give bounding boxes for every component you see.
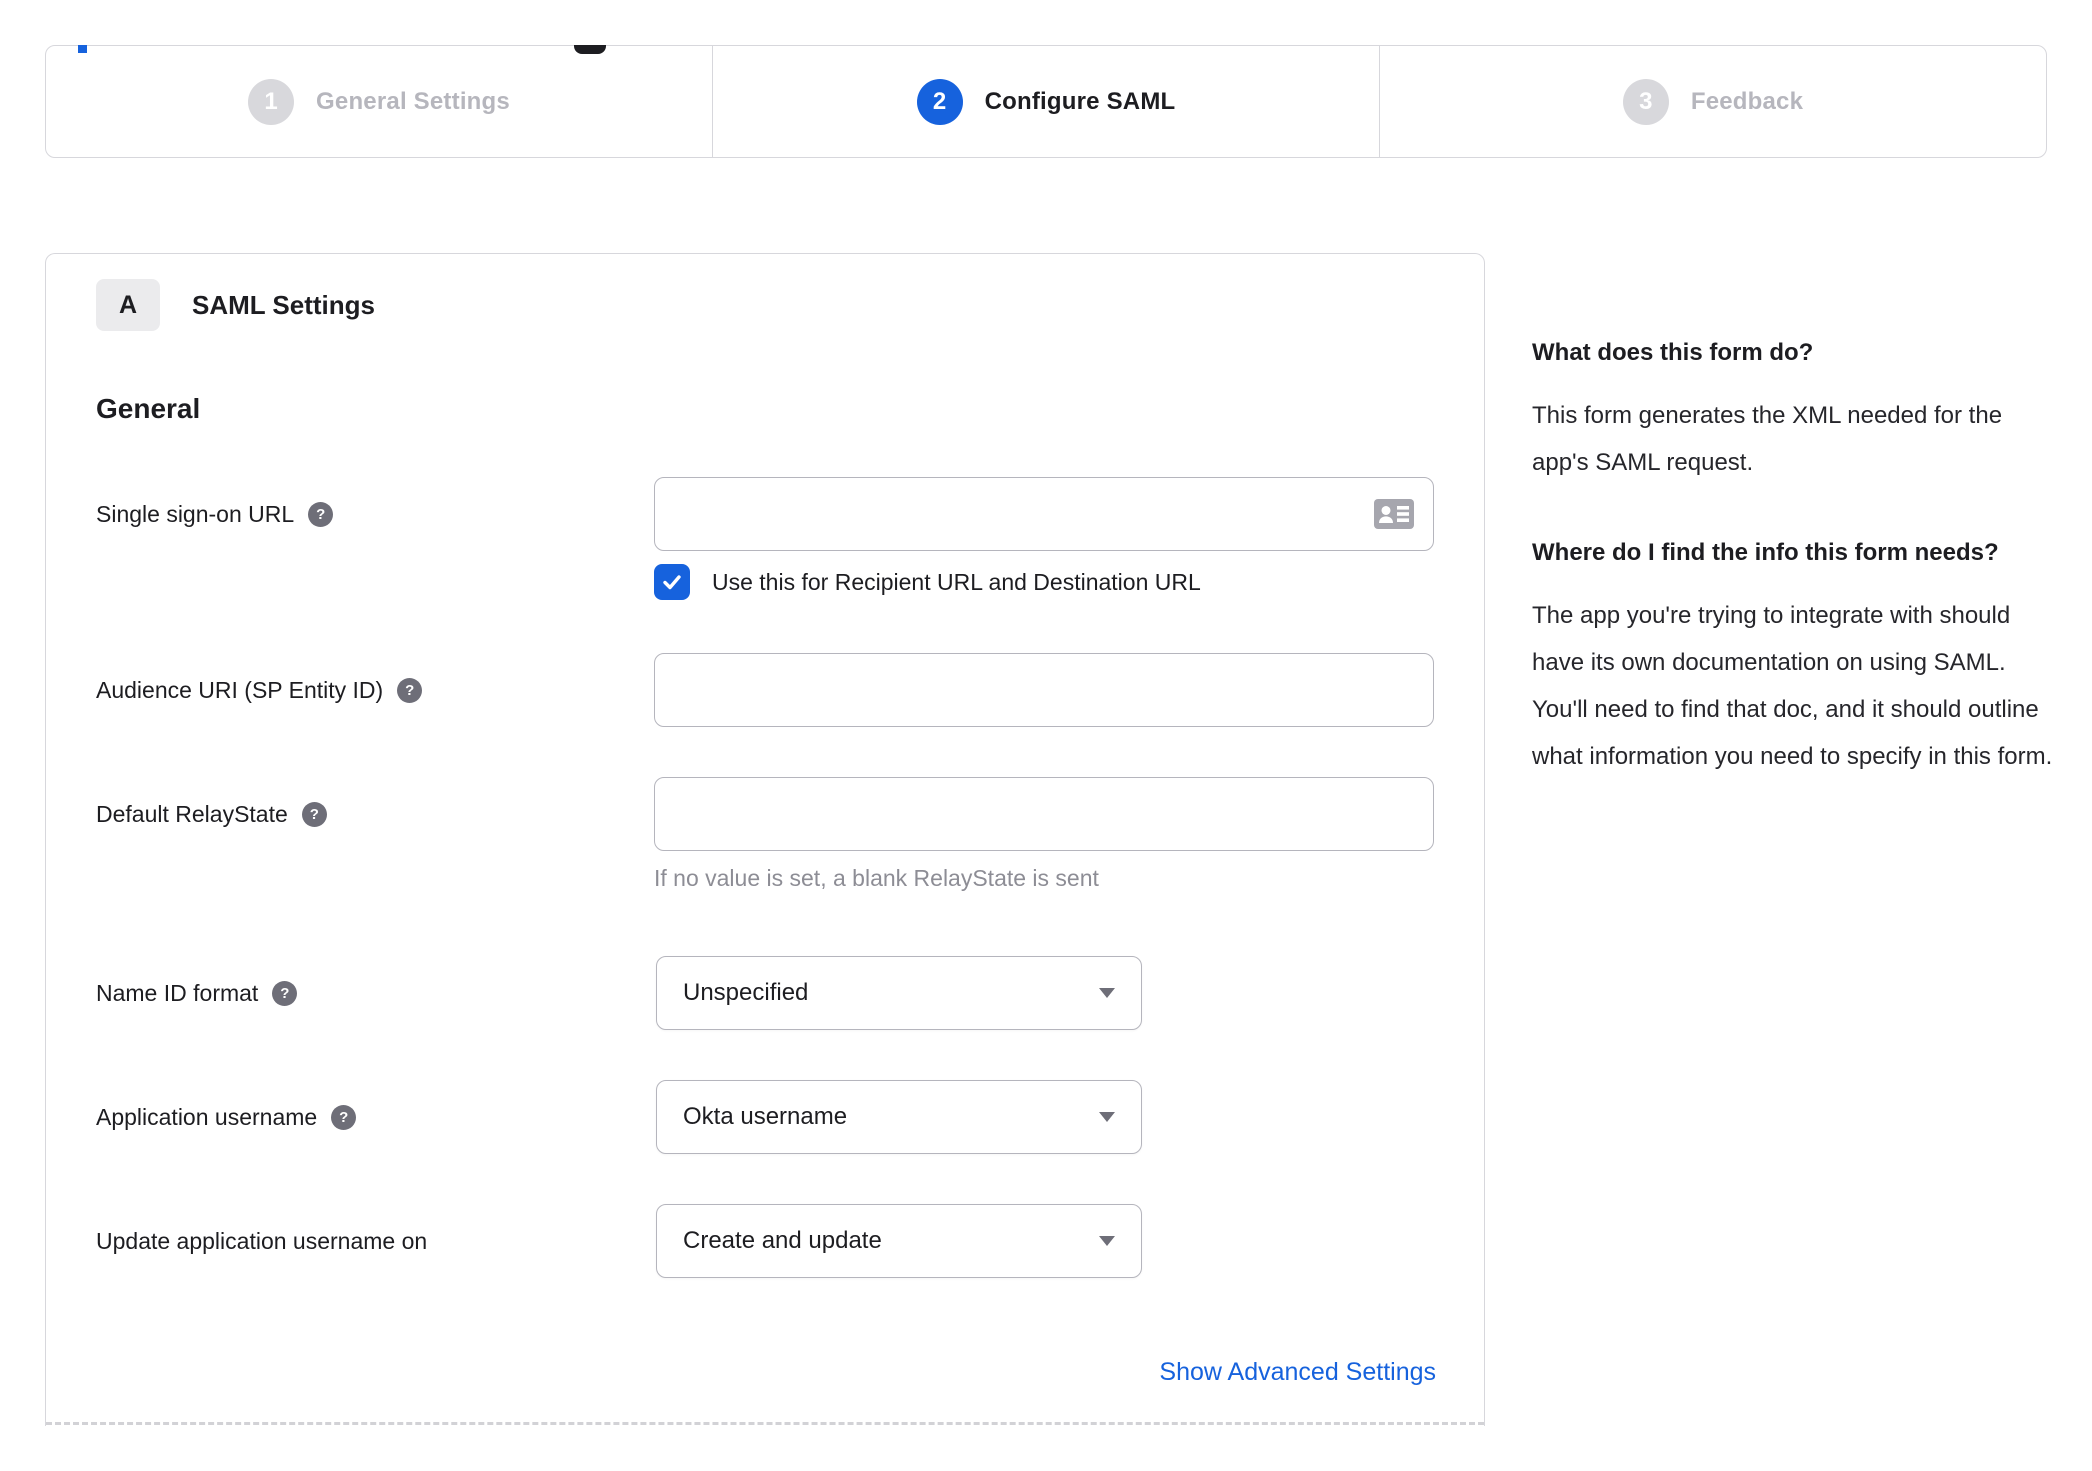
field-row-sso-url: Single sign-on URL ? Use this for Recipi… [96, 477, 1434, 600]
help-heading: Where do I find the info this form needs… [1532, 539, 1999, 566]
field-label-text: Application username [96, 1104, 318, 1130]
chevron-down-icon [1099, 1236, 1115, 1246]
step-number-badge: 3 [1622, 78, 1669, 125]
selected-value: Okta username [683, 1103, 848, 1130]
field-label-text: Default RelayState [96, 801, 288, 827]
step-general-settings[interactable]: 1 General Settings [46, 46, 712, 157]
update-username-on-select[interactable]: Create and update [656, 1204, 1142, 1278]
help-body: The app you're trying to integrate with … [1532, 602, 2053, 770]
dashed-separator [46, 1422, 1484, 1425]
section-letter-badge: A [96, 279, 160, 331]
help-icon[interactable]: ? [331, 1105, 357, 1130]
field-label: Single sign-on URL ? [96, 477, 654, 600]
contact-card-icon [1374, 499, 1414, 534]
field-row-audience-uri: Audience URI (SP Entity ID) ? [96, 653, 1434, 727]
step-label: Configure SAML [984, 87, 1176, 115]
step-number-badge: 1 [248, 78, 295, 125]
show-advanced-settings-link[interactable]: Show Advanced Settings [1159, 1358, 1436, 1386]
help-sidebar: What does this form do? This form genera… [1532, 253, 2057, 824]
help-icon[interactable]: ? [308, 502, 334, 527]
step-number-badge: 2 [916, 78, 963, 125]
help-icon[interactable]: ? [272, 981, 298, 1006]
field-label: Update application username on [96, 1204, 656, 1278]
help-icon[interactable]: ? [301, 802, 327, 827]
audience-uri-input[interactable] [654, 653, 1434, 727]
step-label: Feedback [1690, 87, 1804, 115]
general-heading: General [96, 393, 201, 424]
field-label-text: Name ID format [96, 980, 259, 1006]
field-label: Application username ? [96, 1080, 656, 1154]
recipient-url-checkbox[interactable] [654, 564, 690, 600]
section-title: SAML Settings [192, 289, 375, 320]
application-username-select[interactable]: Okta username [656, 1080, 1142, 1154]
relay-state-input[interactable] [654, 777, 1434, 851]
step-feedback[interactable]: 3 Feedback [1379, 46, 2046, 157]
relay-state-hint: If no value is set, a blank RelayState i… [654, 865, 1099, 891]
sso-url-input[interactable] [654, 477, 1434, 551]
field-row-application-username: Application username ? Okta username [96, 1080, 1434, 1154]
help-icon[interactable]: ? [397, 678, 423, 703]
field-label: Audience URI (SP Entity ID) ? [96, 653, 654, 727]
selected-value: Unspecified [683, 979, 809, 1006]
chevron-down-icon [1099, 1112, 1115, 1122]
field-label-text: Update application username on [96, 1228, 428, 1254]
wizard-stepper: 1 General Settings 2 Configure SAML 3 Fe… [45, 45, 2047, 158]
field-label: Name ID format ? [96, 956, 656, 1030]
chevron-down-icon [1099, 988, 1115, 998]
field-row-name-id-format: Name ID format ? Unspecified [96, 956, 1434, 1030]
saml-form: Single sign-on URL ? Use this for Recipi… [96, 477, 1436, 1387]
field-label-text: Audience URI (SP Entity ID) [96, 677, 384, 703]
step-label: General Settings [316, 87, 510, 115]
checkmark-icon [663, 575, 681, 590]
field-label: Default RelayState ? [96, 777, 654, 892]
cropped-dark-fragment [574, 45, 606, 54]
recipient-url-checkbox-row: Use this for Recipient URL and Destinati… [654, 564, 1434, 600]
field-label-text: Single sign-on URL [96, 501, 295, 527]
help-heading: What does this form do? [1532, 339, 1814, 366]
selected-value: Create and update [683, 1227, 882, 1254]
step-configure-saml[interactable]: 2 Configure SAML [712, 46, 1379, 157]
name-id-format-select[interactable]: Unspecified [656, 956, 1142, 1030]
section-header: A SAML Settings [96, 279, 1434, 331]
field-row-relay-state: Default RelayState ? If no value is set,… [96, 777, 1434, 892]
saml-settings-panel: A SAML Settings General Single sign-on U… [45, 253, 1485, 1426]
checkbox-label[interactable]: Use this for Recipient URL and Destinati… [712, 569, 1201, 596]
field-row-update-username-on: Update application username on Create an… [96, 1204, 1434, 1278]
cropped-blue-fragment [78, 45, 87, 53]
help-body: This form generates the XML needed for t… [1532, 402, 2003, 476]
